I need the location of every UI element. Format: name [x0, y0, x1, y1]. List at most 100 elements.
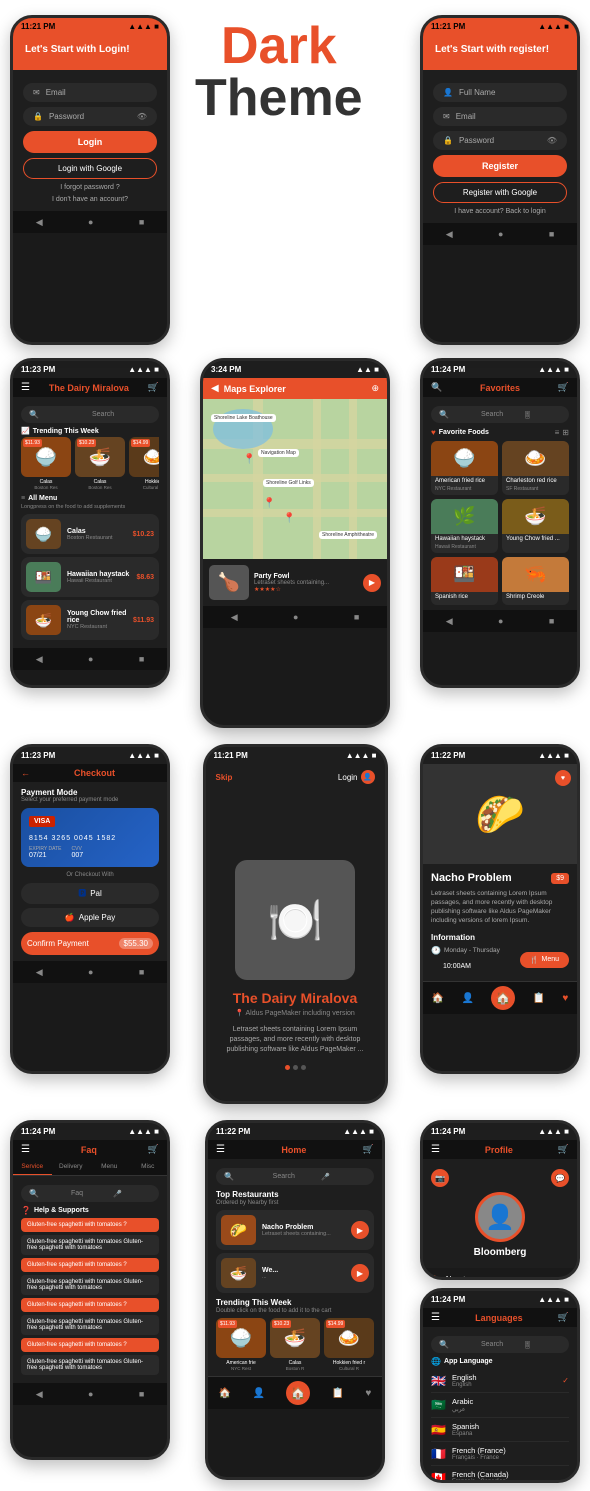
profile-message-btn[interactable]: 💬 — [551, 1169, 569, 1187]
password-input[interactable]: 🔒 Password 👁 — [23, 107, 157, 126]
reg-password-input[interactable]: 🔒 Password 👁 — [433, 131, 567, 150]
splash-content: 🍽️ The Dairy Miralova 📍 Aldus PageMaker … — [206, 788, 385, 1104]
home-restaurant-2[interactable]: 🍜 We... ... ▶ — [216, 1253, 374, 1293]
reg-email-input[interactable]: ✉ Email — [433, 107, 567, 126]
profile-top-nav: ☰ Profile 🛒 — [423, 1140, 577, 1159]
lang-french-france[interactable]: 🇫🇷 French (France) Français · France — [431, 1442, 569, 1466]
splash-phone: 11:21 PM ▲▲▲ ■ Skip Login 👤 🍽️ The Dairy… — [203, 744, 388, 1104]
favorites-search[interactable]: 🔍 Search 🎚 — [431, 406, 569, 423]
menu-item-2[interactable]: 🍱 Hawaiian haystack Hawaii Restaurant $8… — [21, 557, 159, 597]
menu-item-1[interactable]: 🍚 Calas Boston Restaurant $10.23 — [21, 514, 159, 554]
email-input[interactable]: ✉ Email — [23, 83, 157, 102]
row-2: 11:23 PM ▲▲▲ ■ ☰ The Dairy Miralova 🛒 🔍 … — [0, 350, 590, 736]
no-account-link[interactable]: I don't have an account? — [23, 196, 157, 203]
dairy-trending-scroll: 🍚 $11.93 Calas Boston Res 🍜 $10.23 Calas… — [21, 437, 159, 490]
fav-item-2[interactable]: 🍛 Charleston red rice SF Restaurant — [502, 441, 569, 495]
register-phone: 11:21 PM ▲▲▲ ■ Let's Start with register… — [420, 15, 580, 345]
map-back-btn[interactable]: ◀ — [211, 383, 219, 394]
login-google-button[interactable]: Login with Google — [23, 158, 157, 179]
nav-center-btn[interactable]: 🏠 — [491, 986, 515, 1010]
map-pin-1: 📍 — [243, 454, 255, 465]
status-icons-dairy: ▲▲▲ ■ — [128, 365, 159, 374]
checkout-top-nav: ← Checkout — [13, 764, 167, 782]
languages-search[interactable]: 🔍 Search 🎚 — [431, 1336, 569, 1353]
right-column: 11:24 PM ▲▲▲ ■ ☰ Profile 🛒 📷 💬 👤 Bloombe… — [420, 1120, 580, 1483]
map-phone: 3:24 PM ▲▲ ■ ◀ Maps Explorer ⊕ — [200, 358, 390, 728]
map-food-preview: 🍗 Party Fowl Letraset sheets containing.… — [203, 559, 387, 606]
faq-item-7[interactable]: Gluten-free spaghetti with tomatoes ? — [21, 1338, 159, 1352]
tab-delivery[interactable]: Delivery — [52, 1159, 91, 1175]
forgot-password-link[interactable]: I forgot password ? — [23, 184, 157, 191]
login-button[interactable]: Login — [23, 131, 157, 153]
dairy-bottom-nav: ◀ ● ■ — [13, 648, 167, 670]
home-search[interactable]: 🔍 Search 🎤 — [216, 1168, 374, 1185]
lang-arabic[interactable]: 🇸🇦 Arabic عربي — [431, 1393, 569, 1418]
map-bottom-nav: ◀ ● ■ — [203, 606, 387, 628]
fullname-input[interactable]: 👤 Full Name — [433, 83, 567, 102]
paypal-button[interactable]: 🅿 Pal — [21, 883, 159, 904]
lang-french-canada[interactable]: 🇨🇦 French (Canada) Français · Canadian — [431, 1466, 569, 1483]
row-1: 11:21 PM ▲▲▲ ■ Let's Start with Login! ✉… — [0, 0, 590, 350]
title-section: Dark Theme — [195, 20, 363, 124]
faq-item-4[interactable]: Gluten-free spaghetti with tomatoes Glut… — [21, 1275, 159, 1295]
trend-item-3: 🍛 $14.99 Hokkien Cultural Re — [129, 437, 159, 490]
profile-about-item[interactable]: ℹ About — [423, 1268, 577, 1280]
profile-camera-btn[interactable]: 📷 — [431, 1169, 449, 1187]
fav-item-5[interactable]: 🍱 Spanish rice — [431, 557, 498, 605]
faq-item-8[interactable]: Gluten-free spaghetti with tomatoes Glut… — [21, 1355, 159, 1375]
lang-spanish[interactable]: 🇪🇸 Spanish Espana — [431, 1418, 569, 1442]
faq-top-nav: ☰ Faq 🛒 — [13, 1140, 167, 1159]
languages-phone: 11:24 PM ▲▲▲ ■ ☰ Languages 🛒 🔍 Search 🎚 — [420, 1288, 580, 1483]
tab-service[interactable]: Service — [13, 1159, 52, 1175]
home-nav-center[interactable]: 🏠 — [286, 1381, 310, 1405]
faq-item-6[interactable]: Gluten-free spaghetti with tomatoes Glut… — [21, 1315, 159, 1335]
status-time-reg: 11:21 PM — [431, 22, 465, 31]
faq-item-1[interactable]: Gluten-free spaghetti with tomatoes ? — [21, 1218, 159, 1232]
faq-item-2[interactable]: Gluten-free spaghetti with tomatoes Glut… — [21, 1235, 159, 1255]
faq-search[interactable]: 🔍 Faq 🎤 — [21, 1185, 159, 1202]
home-top-nav: ☰ Home 🛒 — [208, 1140, 382, 1159]
status-time-login: 11:21 PM — [21, 22, 55, 31]
fav-item-4[interactable]: 🍜 Young Chow fried ... — [502, 499, 569, 553]
profile-avatar: 👤 — [475, 1192, 525, 1242]
food-detail-image: 🌮 ♥ — [423, 764, 577, 864]
menu-button[interactable]: 🍴 Menu — [520, 952, 569, 968]
faq-item-5[interactable]: Gluten-free spaghetti with tomatoes ? — [21, 1298, 159, 1312]
faq-bottom-nav: ◀ ● ■ — [13, 1383, 167, 1405]
checkout-bottom-nav: ◀ ● ■ — [13, 961, 167, 983]
title-dark: Dark — [195, 20, 363, 72]
row-3: 11:23 PM ▲▲▲ ■ ← Checkout Payment Mode S… — [0, 736, 590, 1112]
dairy-search[interactable]: 🔍 Search — [21, 406, 159, 423]
tab-misc[interactable]: Misc — [129, 1159, 168, 1175]
register-button[interactable]: Register — [433, 155, 567, 177]
menu-item-3[interactable]: 🍜 Young Chow fried rice NYC Restaurant $… — [21, 600, 159, 640]
register-google-button[interactable]: Register with Google — [433, 182, 567, 203]
row-4: 11:24 PM ▲▲▲ ■ ☰ Faq 🛒 Service Delivery … — [0, 1112, 590, 1491]
dairy-top-nav: ☰ The Dairy Miralova 🛒 — [13, 378, 167, 397]
food-detail-favorite[interactable]: ♥ — [555, 770, 571, 786]
back-login-link[interactable]: I have account? Back to login — [433, 208, 567, 215]
home-phone: 11:22 PM ▲▲▲ ■ ☰ Home 🛒 🔍 Search 🎤 Top R… — [205, 1120, 385, 1480]
map-view: Shoreline Lake Boathouse Navigation Map … — [203, 399, 387, 559]
fav-item-1[interactable]: 🍚 American fried rice NYC Restaurant — [431, 441, 498, 495]
tab-menu[interactable]: Menu — [90, 1159, 129, 1175]
fav-item-3[interactable]: 🌿 Hawaiian haystack Hawaii Restaurant — [431, 499, 498, 553]
trend-item-2: 🍜 $10.23 Calas Boston Res — [75, 437, 125, 490]
map-pin-2: 📍 — [263, 498, 275, 509]
checkout-phone: 11:23 PM ▲▲▲ ■ ← Checkout Payment Mode S… — [10, 744, 170, 1074]
faq-item-3[interactable]: Gluten-free spaghetti with tomatoes ? — [21, 1258, 159, 1272]
apple-pay-button[interactable]: 🍎 Apple Pay — [21, 908, 159, 927]
register-title: Let's Start with register! — [435, 43, 565, 56]
home-trending-scroll: 🍚 $11.93 American frie NYC Rest 🍜 $10.23… — [216, 1318, 374, 1371]
confirm-payment-button[interactable]: Confirm Payment $55.30 — [21, 932, 159, 955]
food-detail-bottom-nav: 🏠 👤 🏠 📋 ♥ — [423, 981, 577, 1014]
status-icons-reg: ▲▲▲ ■ — [538, 22, 569, 31]
map-direction-btn[interactable]: ▶ — [363, 574, 381, 592]
credit-card: VISA 8154 3265 0045 1582 EXPIRY DATE 07/… — [21, 808, 159, 867]
favorites-grid: 🍚 American fried rice NYC Restaurant 🍛 C… — [431, 441, 569, 605]
fav-item-6[interactable]: 🦐 Shrimp Creole — [502, 557, 569, 605]
profile-phone: 11:24 PM ▲▲▲ ■ ☰ Profile 🛒 📷 💬 👤 Bloombe… — [420, 1120, 580, 1280]
status-icons-login: ▲▲▲ ■ — [128, 22, 159, 31]
lang-english[interactable]: 🇬🇧 English English ✓ — [431, 1369, 569, 1393]
home-restaurant-1[interactable]: 🌮 Nacho Problem Letraset sheets containi… — [216, 1210, 374, 1250]
